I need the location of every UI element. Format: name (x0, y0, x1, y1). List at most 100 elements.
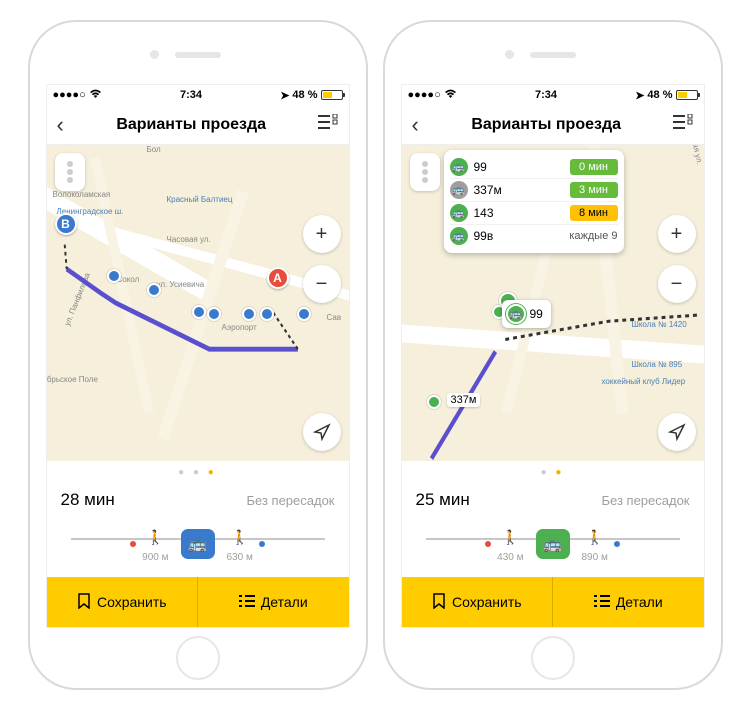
map-label: Красный Балтиец (167, 195, 233, 204)
map-label: Часовая ул. (167, 235, 211, 244)
camera-dot (150, 50, 159, 59)
segment-distance: 630 м (227, 552, 253, 563)
map-label: Школа № 1420 (632, 320, 687, 329)
route-segments: 🚶 430 м 🚌 🚶 890 м (402, 520, 704, 577)
transfers-note: Без пересадок (601, 493, 689, 508)
marker-b[interactable]: B (55, 213, 77, 235)
duration: 25 мин (416, 490, 470, 510)
zoom-in-button[interactable]: + (303, 215, 341, 253)
walk-icon: 🚶 (227, 524, 253, 550)
list-icon (239, 594, 255, 610)
clock: 7:34 (180, 89, 202, 101)
bus-stop-icon[interactable] (297, 307, 311, 321)
signal-icon: ●●●●○ (53, 89, 86, 101)
bus-stop-icon[interactable] (260, 307, 274, 321)
bus-stop-icon[interactable] (192, 305, 206, 319)
bookmark-icon (432, 593, 446, 612)
back-button[interactable]: ‹ (412, 112, 419, 138)
map-label: Бол (147, 145, 161, 154)
zoom-out-button[interactable]: − (303, 265, 341, 303)
save-button[interactable]: Сохранить (402, 577, 553, 627)
arrival-row[interactable]: 🚌 99в каждые 9 (450, 224, 618, 247)
route-segments: 🚶 900 м 🚌 🚶 630 м (47, 520, 349, 577)
battery-icon (676, 90, 698, 100)
details-button[interactable]: Детали (197, 577, 349, 627)
stop-mini-popup[interactable]: 🚌 99 (502, 300, 551, 328)
bus-icon: 🚌 (181, 529, 215, 559)
list-icon[interactable] (673, 114, 693, 135)
arrival-time: 0 мин (570, 159, 618, 175)
battery-icon (321, 90, 343, 100)
arrival-time: 8 мин (570, 205, 618, 221)
location-icon: ➤ (635, 89, 644, 102)
map-label: Школа № 895 (632, 360, 683, 369)
save-button[interactable]: Сохранить (47, 577, 198, 627)
walk-icon: 🚶 (582, 524, 608, 550)
home-button[interactable] (176, 636, 220, 680)
bus-icon: 🚌 (506, 304, 526, 324)
home-button[interactable] (531, 636, 575, 680)
bus-stop-icon[interactable] (207, 307, 221, 321)
speaker (530, 52, 576, 58)
back-button[interactable]: ‹ (57, 112, 64, 138)
bus-stop-icon[interactable] (107, 269, 121, 283)
bus-icon: 🚌 (536, 529, 570, 559)
list-icon[interactable] (318, 114, 338, 135)
phone-left: ●●●●○ 7:34 ➤ 48 % ‹ Варианты проезда (28, 20, 368, 690)
map-label: ул. Панфилова (62, 272, 91, 328)
marker-a[interactable]: A (267, 267, 289, 289)
details-button[interactable]: Детали (552, 577, 704, 627)
duration: 28 мин (61, 490, 115, 510)
walk-icon: 🚶 (497, 524, 523, 550)
arrival-row[interactable]: 🚌 143 8 мин (450, 201, 618, 224)
map-label: Аэропорт (222, 323, 257, 332)
clock: 7:34 (535, 89, 557, 101)
walk-segment[interactable]: 🚶 900 м (136, 524, 174, 563)
bus-stop-icon[interactable] (242, 307, 256, 321)
details-label: Детали (261, 594, 308, 610)
traffic-button[interactable] (410, 153, 440, 191)
bus-segment[interactable]: 🚌 (175, 529, 221, 559)
walk-segment[interactable]: 🚶 890 м (576, 524, 614, 563)
walk-segment[interactable]: 🚶 630 м (221, 524, 259, 563)
bus-stop-icon[interactable] (147, 283, 161, 297)
arrivals-popup[interactable]: 🚌 99 0 мин 🚌 337м 3 мин 🚌 143 8 мин 🚌 99… (444, 150, 624, 253)
walk-segment[interactable]: 🚶 430 м (491, 524, 529, 563)
zoom-in-button[interactable]: + (658, 215, 696, 253)
traffic-button[interactable] (55, 153, 85, 191)
save-label: Сохранить (452, 594, 522, 610)
zoom-out-button[interactable]: − (658, 265, 696, 303)
transfers-note: Без пересадок (246, 493, 334, 508)
screen: ●●●●○ 7:34 ➤ 48 % ‹ Варианты проезда (46, 84, 350, 628)
route-number: 99 (530, 307, 543, 321)
save-label: Сохранить (97, 594, 167, 610)
speaker (175, 52, 221, 58)
bookmark-icon (77, 593, 91, 612)
bus-icon: 🚌 (450, 227, 468, 245)
route-number: 99в (474, 229, 564, 243)
status-bar: ●●●●○ 7:34 ➤ 48 % (402, 85, 704, 105)
page-dots[interactable]: ● ● (402, 461, 704, 484)
map[interactable]: Волоколамская Красный Балтиец Ленинградс… (47, 145, 349, 461)
action-bar: Сохранить Детали (47, 577, 349, 627)
bus-segment[interactable]: 🚌 (530, 529, 576, 559)
map-label: ул. Усиевича (157, 280, 205, 289)
bus-icon: 🚌 (450, 204, 468, 222)
locate-button[interactable] (658, 413, 696, 451)
map[interactable]: Ташкентская ул. Школа № 1420 Школа № 895… (402, 145, 704, 461)
location-icon: ➤ (280, 89, 289, 102)
route-end-dot (259, 541, 265, 547)
details-label: Детали (616, 594, 663, 610)
status-bar: ●●●●○ 7:34 ➤ 48 % (47, 85, 349, 105)
arrival-row[interactable]: 🚌 337м 3 мин (450, 178, 618, 201)
map-label: ябрьское Поле (47, 375, 98, 384)
locate-button[interactable] (303, 413, 341, 451)
map-label: Сав (327, 313, 342, 322)
navbar: ‹ Варианты проезда (47, 105, 349, 145)
arrival-row[interactable]: 🚌 99 0 мин (450, 156, 618, 178)
bus-stop-icon[interactable] (427, 395, 441, 409)
page-dots[interactable]: ● ● ● (47, 461, 349, 484)
route-number: 337м (474, 183, 564, 197)
distance-label: 337м (447, 393, 481, 407)
camera-dot (505, 50, 514, 59)
